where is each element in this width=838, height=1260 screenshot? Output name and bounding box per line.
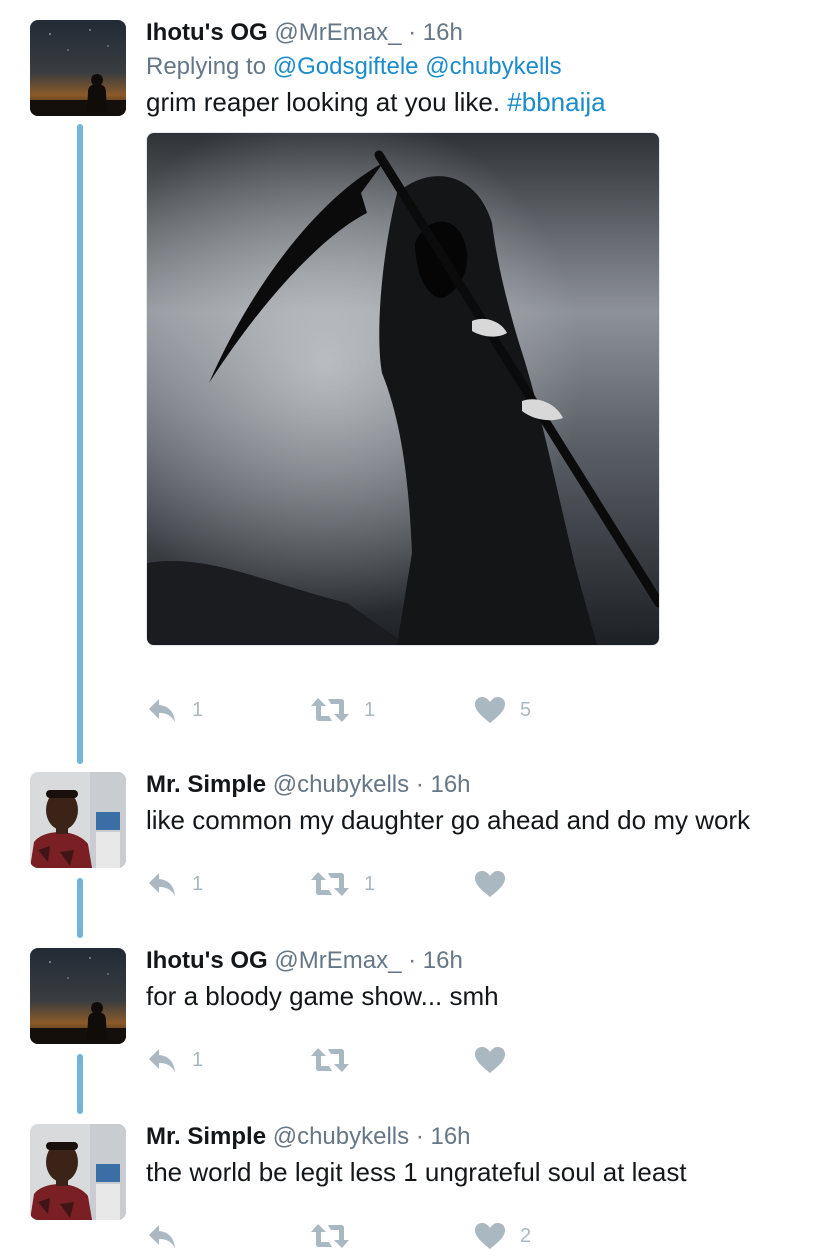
tweet-header: Ihotu's OG @MrEmax_ · 16h — [146, 16, 828, 50]
like-count: 2 — [520, 1224, 532, 1247]
thread-line-2 — [77, 878, 83, 938]
timestamp[interactable]: 16h — [430, 1123, 470, 1150]
tweet-media-image[interactable] — [146, 132, 660, 646]
display-name[interactable]: Mr. Simple — [146, 1123, 266, 1150]
separator-dot: · — [415, 771, 424, 798]
timestamp[interactable]: 16h — [430, 771, 470, 798]
display-name[interactable]: Mr. Simple — [146, 771, 266, 798]
reply-button[interactable]: 1 — [146, 690, 203, 730]
mention-link[interactable]: @chubykells — [425, 53, 561, 80]
reply-arrow-icon — [146, 870, 178, 898]
tweet-header: Mr. Simple @chubykells · 16h — [146, 1120, 828, 1154]
avatar[interactable] — [30, 948, 126, 1044]
like-button[interactable]: 2 — [474, 1216, 531, 1256]
heart-icon — [474, 1046, 506, 1074]
tweet-text: like common my daughter go ahead and do … — [146, 805, 751, 835]
heart-icon — [474, 870, 506, 898]
user-handle[interactable]: @MrEmax_ — [274, 947, 401, 974]
user-handle[interactable]: @chubykells — [273, 1123, 409, 1150]
heart-icon — [474, 1222, 506, 1250]
avatar[interactable] — [30, 772, 126, 868]
reply-count: 1 — [192, 1048, 204, 1071]
retweet-count: 1 — [364, 698, 376, 721]
timestamp[interactable]: 16h — [423, 947, 463, 974]
user-handle[interactable]: @chubykells — [273, 771, 409, 798]
tweet-text: grim reaper looking at you like. #bbnaij… — [146, 84, 828, 120]
tweet-header: Mr. Simple @chubykells · 16h — [146, 768, 828, 802]
replying-to-label: Replying to — [146, 53, 273, 80]
separator-dot: · — [415, 1123, 424, 1150]
reply-button[interactable]: 1 — [146, 1040, 203, 1080]
like-count: 5 — [520, 698, 532, 721]
reply-count: 1 — [192, 872, 204, 895]
retweet-button[interactable]: 1 — [310, 864, 375, 904]
retweet-button[interactable] — [310, 1216, 364, 1256]
tweet-text: the world be legit less 1 ungrateful sou… — [146, 1157, 687, 1187]
tweet-content: Ihotu's OG @MrEmax_ · 16h Replying to @G… — [146, 16, 828, 646]
separator-dot: · — [408, 947, 417, 974]
avatar[interactable] — [30, 1124, 126, 1220]
retweet-count: 1 — [364, 872, 376, 895]
reply-count: 1 — [192, 698, 204, 721]
reply-button[interactable] — [146, 1216, 192, 1256]
avatar[interactable] — [30, 20, 126, 116]
separator-dot: · — [408, 19, 417, 46]
hashtag-link[interactable]: #bbnaija — [507, 87, 605, 117]
timestamp[interactable]: 16h — [423, 19, 463, 46]
retweet-button[interactable] — [310, 1040, 364, 1080]
retweet-icon — [310, 870, 350, 898]
retweet-icon — [310, 1222, 350, 1250]
reply-arrow-icon — [146, 696, 178, 724]
retweet-icon — [310, 1046, 350, 1074]
tweet-text: for a bloody game show... smh — [146, 981, 499, 1011]
reply-button[interactable]: 1 — [146, 864, 203, 904]
tweet-content: Ihotu's OG @MrEmax_ · 16h for a bloody g… — [146, 944, 828, 1014]
tweet-content: Mr. Simple @chubykells · 16h the world b… — [146, 1120, 828, 1190]
heart-icon — [474, 696, 506, 724]
mention-link[interactable]: @Godsgiftele — [273, 53, 419, 80]
like-button[interactable]: 5 — [474, 690, 531, 730]
display-name[interactable]: Ihotu's OG — [146, 19, 268, 46]
replying-to: Replying to @Godsgiftele @chubykells — [146, 50, 828, 84]
retweet-button[interactable]: 1 — [310, 690, 375, 730]
reply-arrow-icon — [146, 1222, 178, 1250]
thread-line-3 — [77, 1054, 83, 1114]
reply-arrow-icon — [146, 1046, 178, 1074]
tweet-content: Mr. Simple @chubykells · 16h like common… — [146, 768, 828, 838]
like-button[interactable] — [474, 1040, 520, 1080]
retweet-icon — [310, 696, 350, 724]
display-name[interactable]: Ihotu's OG — [146, 947, 268, 974]
user-handle[interactable]: @MrEmax_ — [274, 19, 401, 46]
like-button[interactable] — [474, 864, 520, 904]
tweet-body: grim reaper looking at you like. — [146, 87, 508, 117]
thread-line-1 — [77, 124, 83, 764]
tweet-header: Ihotu's OG @MrEmax_ · 16h — [146, 944, 828, 978]
